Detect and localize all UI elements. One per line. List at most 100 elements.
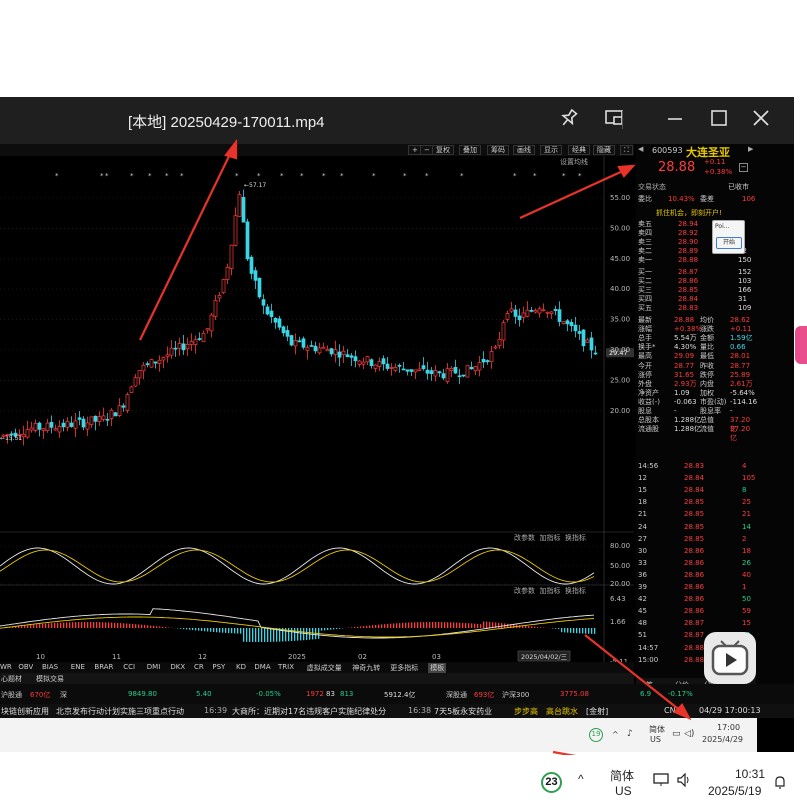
macd-bar (531, 626, 533, 628)
network-icon[interactable]: ▭ (672, 729, 681, 739)
candle-body (241, 196, 246, 223)
bid-price: 28.85 (678, 286, 699, 294)
stat-label: 量比 (700, 343, 714, 352)
indicator-tab[interactable]: OBV (18, 663, 33, 671)
badge-icon[interactable]: 23 (541, 772, 562, 793)
stat-label: 最新 (638, 316, 652, 324)
toolbar-item[interactable]: 显示 (540, 145, 562, 155)
next-arrow-icon[interactable]: ▶ (748, 145, 753, 153)
inner-lang[interactable]: 简体 (649, 724, 665, 735)
candle-body (433, 370, 438, 377)
indicator-tab[interactable]: DMA (254, 663, 270, 671)
lang-indicator[interactable]: 简体 (610, 767, 634, 784)
toolbar-item[interactable]: 复权 (432, 145, 454, 155)
ind1-swap[interactable]: 换指标 (565, 534, 586, 542)
indicator-tab[interactable]: CR (194, 663, 204, 671)
indicator-tab[interactable]: 更多指标 (390, 663, 418, 673)
news-item[interactable]: 块链创新应用 (1, 706, 49, 717)
collapse-button[interactable]: − (739, 163, 748, 172)
indicator-tab[interactable]: 虚拟成交量 (307, 663, 342, 673)
ind1-add[interactable]: 加指标 (539, 534, 560, 542)
candle-body (417, 368, 422, 371)
side-tab[interactable] (795, 326, 807, 364)
stat-label: 最低 (700, 352, 714, 361)
last-price: 28.88 (658, 160, 696, 175)
clock-date[interactable]: 2025/5/19 (708, 784, 761, 798)
candle-body (361, 361, 366, 365)
stat-row: 涨停 31.65 跌停 25.89 (638, 371, 756, 380)
news-item[interactable]: 7天5板永安药业 (434, 706, 492, 717)
ind1-buttons[interactable]: 改参数 加指标 换指标 (514, 533, 586, 543)
candle-body (373, 364, 378, 369)
promo-banner[interactable]: 抓住机会，即刻开户! (656, 208, 722, 218)
indicator-tab[interactable]: KD (236, 663, 246, 671)
inner-lang2[interactable]: US (650, 735, 661, 744)
popup-start-button[interactable]: 开始 (716, 237, 742, 249)
news-tag[interactable]: 高台跳水 (546, 706, 578, 717)
indicator-tab[interactable]: TRIX (278, 663, 294, 671)
candle-body (289, 335, 294, 346)
macd-bar (360, 626, 362, 628)
stat-value: 2.93万 (674, 379, 697, 388)
news-item[interactable]: 北京发布行动计划实施三项重点行动 (56, 706, 184, 717)
tab-theme[interactable]: 心题材 (1, 674, 22, 684)
ind2-param[interactable]: 改参数 (514, 587, 535, 595)
ask-label: 卖一 (638, 256, 652, 264)
macd-bar (72, 622, 74, 628)
lang-layout[interactable]: US (615, 784, 632, 798)
expand-icon[interactable]: ⛶ (620, 145, 633, 155)
indicator-tab[interactable]: BRAR (94, 663, 113, 671)
indicator-tab[interactable]: PSY (212, 663, 225, 671)
notification-icon[interactable] (773, 775, 787, 793)
indicator-tab[interactable]: 模板 (428, 663, 447, 673)
bid-label: 买一 (638, 268, 652, 276)
volume-icon[interactable] (676, 772, 692, 790)
bilibili-play-icon[interactable] (704, 632, 756, 684)
candle-body (253, 270, 258, 281)
candle-body (21, 433, 26, 438)
toolbar-item[interactable]: 画线 (513, 145, 535, 155)
indicator-tab[interactable]: 神奇九转 (352, 663, 380, 673)
pin-icon[interactable] (556, 107, 582, 133)
mic-icon[interactable]: ♪ (627, 729, 633, 739)
chevron-up-icon[interactable]: ^ (612, 730, 619, 739)
display-icon[interactable] (653, 773, 669, 790)
close-icon[interactable] (748, 107, 774, 133)
stat-label: 流值 (700, 425, 714, 434)
clock-time[interactable]: 10:31 (735, 767, 765, 781)
indicator-tab[interactable]: DKX (170, 663, 185, 671)
toolbar-item[interactable]: 筹码 (487, 145, 509, 155)
indicator-tab[interactable]: CCI (123, 663, 135, 671)
ind2-swap[interactable]: 换指标 (565, 587, 586, 595)
minimize-icon[interactable] (662, 107, 688, 133)
stat-value: +0.38% (674, 325, 703, 334)
news-item[interactable]: 大商所：近期对17名违规客户实施纪律处分 (232, 706, 386, 717)
y-tick-label: 45.00 (610, 255, 630, 263)
macd-bar (204, 628, 206, 632)
tab-sim[interactable]: 模拟交易 (36, 674, 64, 684)
macd-bar (501, 623, 503, 628)
ind1-param[interactable]: 改参数 (514, 534, 535, 542)
candle-body (381, 358, 386, 365)
toolbar-item[interactable]: 经典 (568, 145, 590, 155)
news-tag[interactable]: 步步高 (514, 706, 538, 717)
macd-bar (186, 628, 188, 630)
candle-body (293, 340, 298, 347)
ind2-buttons[interactable]: 改参数 加指标 换指标 (514, 586, 586, 596)
prev-arrow-icon[interactable]: ◀ (638, 145, 643, 153)
osc1-tick: 20.00 (610, 580, 630, 588)
news-time: 16:39 (204, 706, 228, 715)
chevron-up-icon[interactable]: ^ (578, 772, 584, 786)
indicator-tab[interactable]: BIAS (42, 663, 58, 671)
indicator-tab[interactable]: ENE (71, 663, 85, 671)
indicator-tab[interactable]: WR (0, 663, 12, 671)
toolbar-item[interactable]: 叠加 (459, 145, 481, 155)
macd-bar (477, 623, 479, 628)
picture-in-picture-icon[interactable] (601, 107, 627, 133)
maximize-icon[interactable] (706, 107, 732, 133)
toolbar-item[interactable]: 隐藏 (593, 145, 615, 155)
ind2-add[interactable]: 加指标 (539, 587, 560, 595)
volume-icon[interactable]: ◁) (684, 729, 694, 739)
low-label: ←15.51 (0, 435, 22, 442)
indicator-tab[interactable]: DMI (147, 663, 161, 671)
